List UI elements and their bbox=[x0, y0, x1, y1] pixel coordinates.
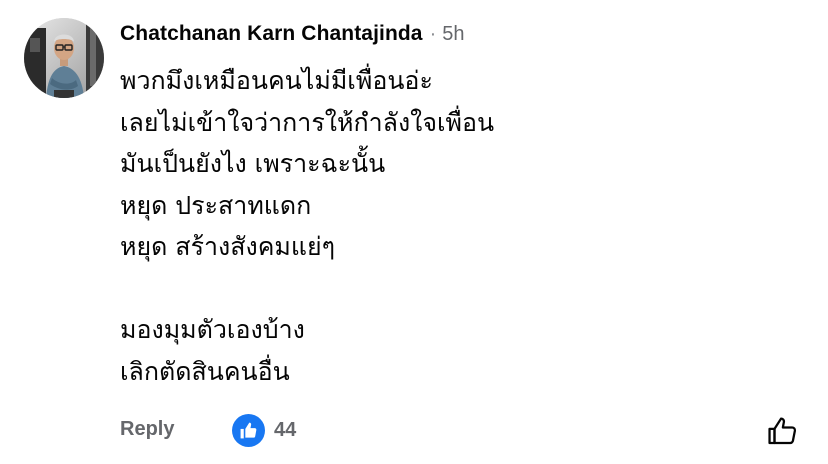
like-outline-icon[interactable] bbox=[766, 414, 800, 448]
avatar[interactable] bbox=[24, 18, 104, 98]
separator-dot: · bbox=[429, 23, 437, 45]
comment-line: พวกมึงเหมือนคนไม่มีเพื่อนอ่ะ bbox=[120, 66, 433, 95]
thumbs-up-icon bbox=[232, 414, 265, 447]
comment-body: พวกมึงเหมือนคนไม่มีเพื่อนอ่ะ เลยไม่เข้าใ… bbox=[120, 60, 800, 392]
reply-button[interactable]: Reply bbox=[120, 418, 174, 441]
comment-header: Chatchanan Karn Chantajinda · 5h bbox=[120, 22, 465, 50]
timestamp[interactable]: 5h bbox=[442, 23, 464, 46]
comment-line: เลยไม่เข้าใจว่าการให้กำลังใจเพื่อน bbox=[120, 107, 495, 137]
comment-line: หยุด ประสาทแดก bbox=[120, 190, 312, 220]
reaction-count: 44 bbox=[274, 419, 297, 441]
comment-line: มันเป็นยังไง เพราะฉะนั้น bbox=[120, 149, 386, 178]
comment-line: เลิกตัดสินคนอื่น bbox=[120, 356, 290, 386]
author-name[interactable]: Chatchanan Karn Chantajinda bbox=[120, 22, 423, 46]
comment-line: มองมุมตัวเองบ้าง bbox=[120, 315, 305, 344]
comment-footer: Reply 44 bbox=[120, 412, 810, 452]
comment: Chatchanan Karn Chantajinda · 5h พวกมึงเ… bbox=[0, 0, 828, 464]
comment-line: หยุด สร้างสังคมแย่ๆ bbox=[120, 232, 336, 261]
profile-photo bbox=[24, 18, 104, 98]
comment-line-blank bbox=[120, 268, 800, 310]
reaction-summary[interactable]: 44 bbox=[232, 414, 296, 447]
